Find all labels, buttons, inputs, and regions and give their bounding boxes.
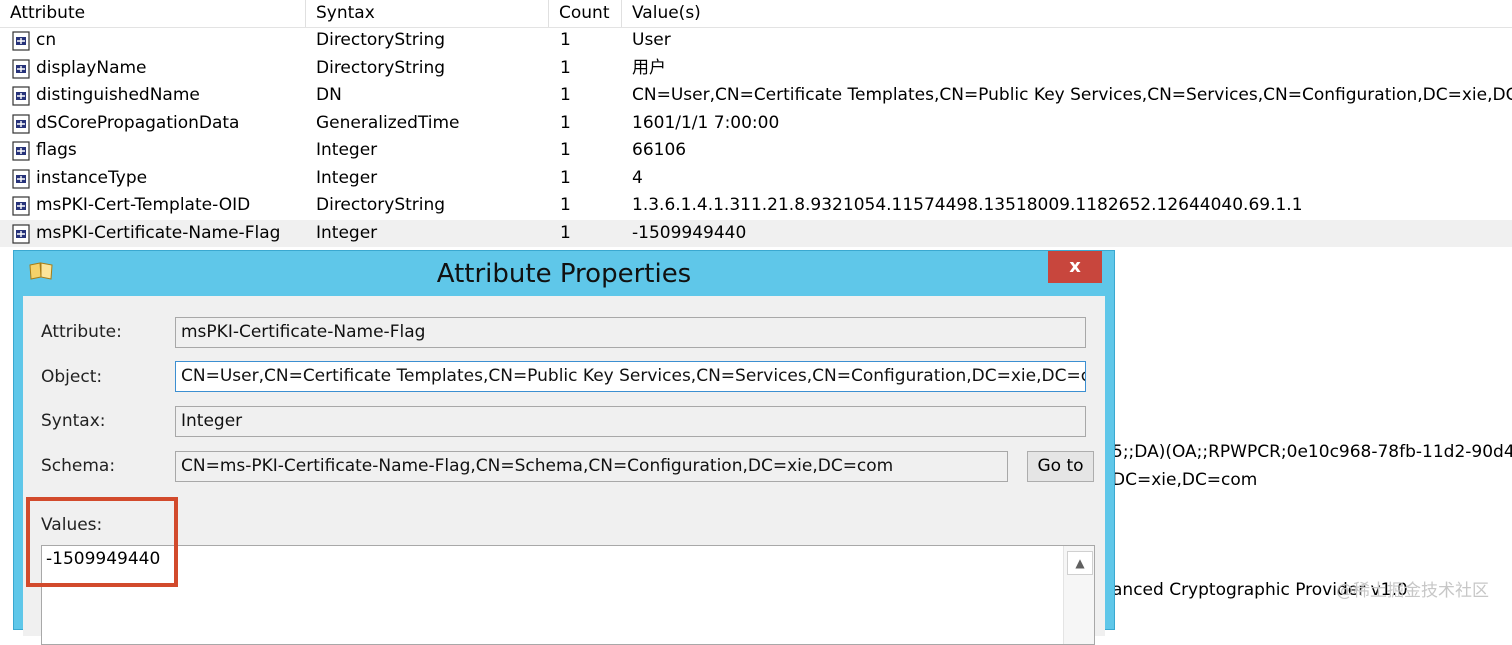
table-row[interactable]: distinguishedName DN 1 CN=User,CN=Certifica… (0, 82, 1512, 109)
attribute-label: Attribute: (41, 322, 122, 342)
row-value: 用户 (632, 57, 666, 78)
row-attribute-name: flags (36, 140, 77, 160)
table-row[interactable]: flags Integer 1 66106 (0, 137, 1512, 164)
row-value: 1.3.6.1.4.1.311.21.8.9321054.11574498.13… (632, 195, 1303, 215)
attribute-icon (12, 168, 30, 189)
row-attribute-name: cn (36, 30, 57, 50)
dialog-body: Attribute: msPKI-Certificate-Name-Flag O… (23, 296, 1105, 645)
highlight-annotation-box (26, 497, 178, 587)
goto-button[interactable]: Go to (1027, 451, 1094, 482)
table-row[interactable]: msPKI-Certificate-Name-Flag Integer 1 -1509… (0, 219, 1512, 247)
attribute-icon (12, 141, 30, 161)
column-header-attribute[interactable]: Attribute (0, 0, 305, 27)
row-value: 4 (632, 167, 643, 188)
column-header-syntax[interactable]: Syntax (306, 0, 548, 27)
syntax-label: Syntax: (41, 411, 106, 431)
row-count: 1 (560, 57, 571, 78)
table-row[interactable]: msPKI-Cert-Template-OID DirectoryString 1 1… (0, 192, 1512, 219)
row-count: 1 (560, 222, 571, 243)
row-syntax: DirectoryString (316, 195, 446, 215)
attribute-icon (12, 113, 30, 134)
row-count: 1 (560, 30, 571, 50)
row-attribute-name: msPKI-Certificate-Name-Flag (36, 222, 281, 243)
row-attribute-name: displayName (36, 57, 147, 78)
row-value: 66106 (632, 140, 687, 160)
row-value: 1601/1/1 7:00:00 (632, 112, 780, 133)
chevron-up-icon[interactable]: ▲ (1067, 551, 1093, 575)
dialog-title: Attribute Properties (436, 259, 692, 289)
table-row[interactable]: instanceType Integer 1 4 (0, 165, 1512, 192)
row-syntax: Integer (316, 222, 378, 243)
row-value: CN=User,CN=Certificate Templates,CN=Publ… (632, 85, 1512, 105)
row-attribute-name: dSCorePropagationData (36, 112, 240, 133)
row-syntax: Integer (316, 167, 378, 188)
table-row[interactable]: displayName DirectoryString 1 用户 (0, 55, 1512, 82)
attribute-icon (12, 86, 30, 106)
column-header-values[interactable]: Value(s) (622, 0, 1512, 27)
watermark: @稀土掘金技术社区 (1336, 581, 1489, 601)
row-count: 1 (560, 85, 571, 105)
values-listbox[interactable]: -1509949440 ▲ (41, 545, 1095, 645)
row-count: 1 (560, 112, 571, 133)
row-syntax: GeneralizedTime (316, 112, 460, 133)
attribute-icon (12, 196, 30, 216)
attribute-icon (12, 31, 30, 51)
row-value: User (632, 30, 671, 50)
background-value-fragment: DC=xie,DC=com (1112, 470, 1258, 490)
row-attribute-name: msPKI-Cert-Template-OID (36, 195, 251, 215)
row-attribute-name: instanceType (36, 167, 148, 188)
row-value: -1509949440 (632, 222, 747, 243)
attribute-icon (12, 58, 30, 79)
attribute-field[interactable]: msPKI-Certificate-Name-Flag (175, 317, 1086, 348)
schema-field[interactable]: CN=ms-PKI-Certificate-Name-Flag,CN=Schem… (175, 451, 1008, 482)
row-count: 1 (560, 140, 571, 160)
schema-label: Schema: (41, 456, 116, 476)
table-row[interactable]: cn DirectoryString 1 User (0, 27, 1512, 54)
table-row[interactable]: dSCorePropagationData GeneralizedTime 1 160… (0, 110, 1512, 137)
attribute-properties-dialog: Attribute Properties x Attribute: msPKI-… (13, 250, 1115, 645)
list-header: Attribute Syntax Count Value(s) (0, 0, 1512, 28)
attribute-icon (12, 223, 30, 244)
syntax-field[interactable]: Integer (175, 406, 1086, 437)
row-count: 1 (560, 167, 571, 188)
row-count: 1 (560, 195, 571, 215)
values-scrollbar[interactable]: ▲ (1063, 546, 1094, 644)
row-syntax: DirectoryString (316, 57, 446, 78)
column-header-count[interactable]: Count (549, 0, 621, 27)
close-button[interactable]: x (1048, 251, 1102, 283)
background-value-fragment: 5;;DA)(OA;;RPWPCR;0e10c968-78fb-11d2-90d… (1112, 442, 1512, 462)
object-label: Object: (41, 367, 103, 387)
row-syntax: Integer (316, 140, 378, 160)
row-syntax: DN (316, 85, 342, 105)
object-field[interactable]: CN=User,CN=Certificate Templates,CN=Publ… (175, 361, 1086, 392)
row-attribute-name: distinguishedName (36, 85, 200, 105)
row-syntax: DirectoryString (316, 30, 446, 50)
